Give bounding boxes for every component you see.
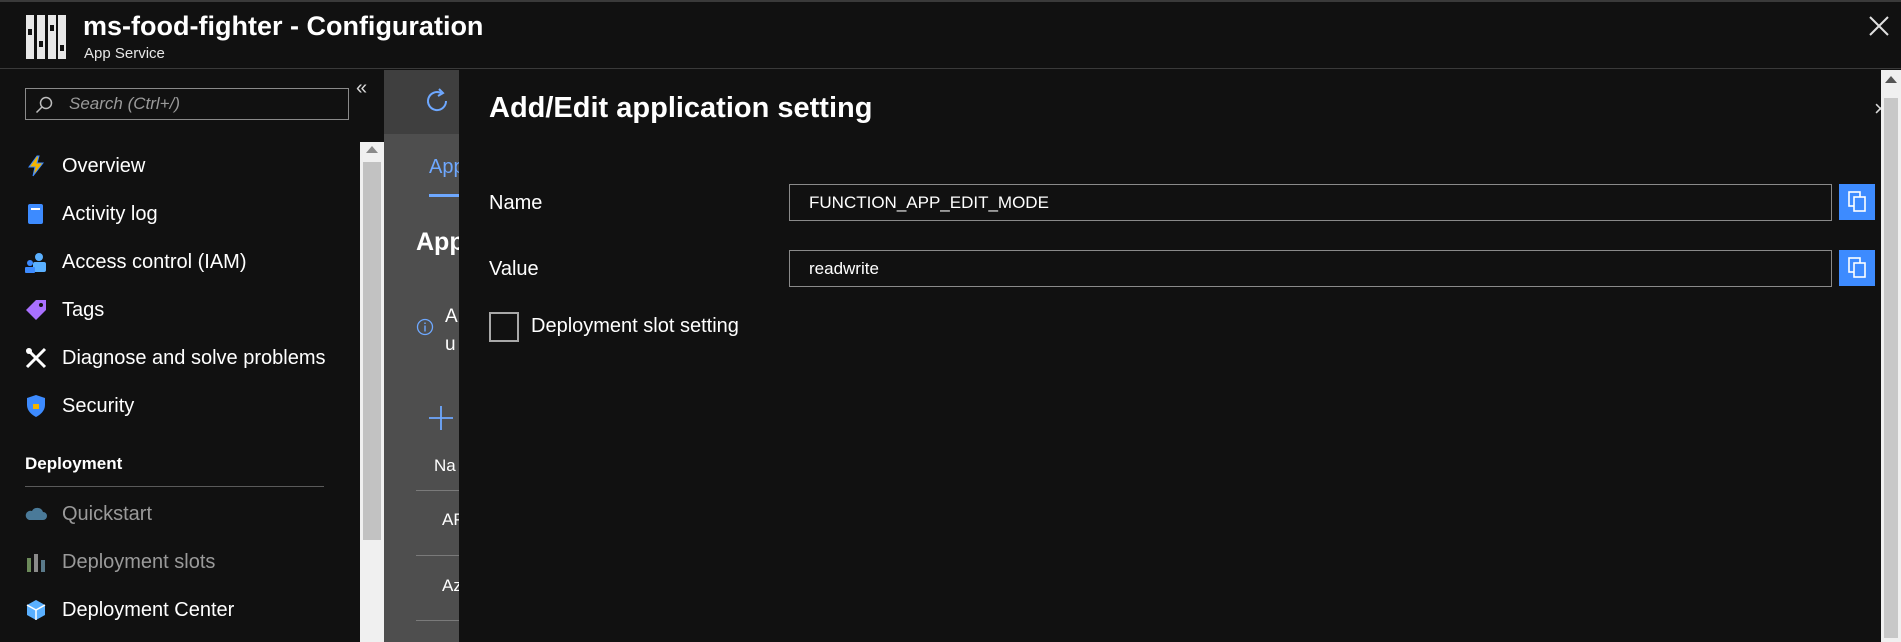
title-bar: ms-food-fighter - Configuration App Serv… — [0, 0, 1901, 69]
copy-icon — [1848, 191, 1866, 212]
value-label: Value — [489, 258, 539, 280]
info-icon — [416, 318, 434, 336]
sidebar-item-label: Access control (IAM) — [62, 250, 247, 273]
sidebar-item-activity-log[interactable]: Activity log — [24, 194, 158, 234]
info-text: u — [445, 334, 456, 355]
wrench-icon — [24, 346, 48, 370]
scroll-up-icon[interactable] — [366, 146, 378, 153]
copy-icon — [1848, 257, 1866, 278]
deployment-slot-label: Deployment slot setting — [531, 315, 739, 337]
slots-icon — [24, 550, 48, 574]
page-subtitle: App Service — [84, 45, 165, 62]
page-title: ms-food-fighter - Configuration — [83, 11, 484, 41]
section-divider — [25, 486, 324, 487]
deployment-center-icon — [24, 598, 48, 622]
configuration-blade: App App A u Na AP Az — [384, 70, 465, 642]
row-divider — [416, 620, 459, 621]
sidebar-item-security[interactable]: Security — [24, 386, 134, 426]
people-icon — [24, 250, 48, 274]
sidebar-item-access-control[interactable]: Access control (IAM) — [24, 242, 246, 282]
copy-name-button[interactable] — [1839, 184, 1875, 220]
panel-scrollbar[interactable] — [1881, 70, 1901, 642]
tag-icon — [24, 298, 48, 322]
sidebar-item-diagnose[interactable]: Diagnose and solve problems — [24, 338, 326, 378]
search-box[interactable] — [25, 88, 349, 120]
sidebar-item-deployment-slots[interactable]: Deployment slots — [24, 542, 215, 582]
sidebar-item-label: Overview — [62, 154, 146, 177]
sidebar-item-label: Tags — [62, 298, 105, 321]
shield-icon — [24, 394, 48, 418]
deployment-slot-checkbox[interactable] — [489, 312, 519, 342]
scroll-up-icon[interactable] — [1885, 76, 1897, 83]
column-header-name: Na — [434, 456, 456, 475]
activity-log-icon — [24, 202, 48, 226]
sidebar-item-quickstart[interactable]: Quickstart — [24, 494, 152, 534]
app-service-bars-icon — [26, 15, 66, 59]
row-divider — [416, 490, 459, 491]
resource-menu: « Overview Activity log Access control (… — [0, 70, 367, 642]
sidebar-item-tags[interactable]: Tags — [24, 290, 104, 330]
copy-value-button[interactable] — [1839, 250, 1875, 286]
search-icon — [35, 96, 53, 114]
scrollbar-thumb[interactable] — [363, 162, 381, 540]
value-field[interactable] — [789, 250, 1832, 287]
add-edit-setting-panel: Add/Edit application setting Name Value … — [459, 70, 1881, 642]
close-icon[interactable] — [1867, 14, 1891, 38]
cloud-icon — [24, 502, 48, 526]
sidebar-item-label: Security — [62, 394, 135, 417]
section-header-deployment: Deployment — [25, 454, 123, 473]
sidebar-scrollbar[interactable] — [360, 142, 384, 642]
add-icon[interactable] — [428, 405, 454, 431]
lightning-icon — [24, 154, 48, 178]
info-text: A — [445, 306, 458, 327]
sidebar-item-label: Quickstart — [62, 502, 153, 525]
row-divider — [416, 555, 459, 556]
refresh-icon[interactable] — [422, 86, 452, 116]
name-label: Name — [489, 192, 543, 214]
sidebar-item-label: Activity log — [62, 202, 158, 225]
sidebar-item-label: Diagnose and solve problems — [62, 346, 326, 369]
blade-heading: App — [416, 228, 465, 256]
name-field[interactable] — [789, 184, 1832, 221]
panel-title: Add/Edit application setting — [489, 92, 873, 124]
scrollbar-thumb[interactable] — [1884, 98, 1898, 638]
sidebar-item-deployment-center[interactable]: Deployment Center — [24, 590, 234, 630]
sidebar-item-label: Deployment slots — [62, 550, 216, 573]
sidebar-item-label: Deployment Center — [62, 598, 235, 621]
search-input[interactable] — [69, 89, 339, 119]
tab-underline — [429, 194, 459, 197]
collapse-menu-button[interactable]: « — [356, 78, 367, 98]
sidebar-item-overview[interactable]: Overview — [24, 146, 145, 186]
